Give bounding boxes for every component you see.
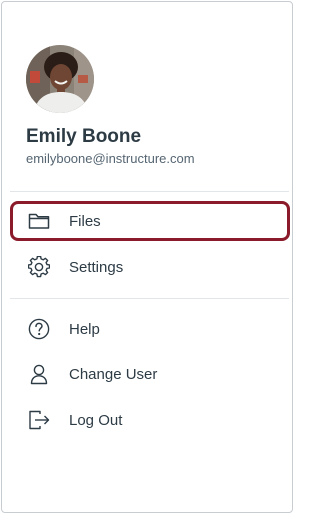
menu-item-label: Settings: [69, 258, 124, 276]
logout-icon: [27, 408, 51, 432]
user-icon: [27, 362, 51, 386]
menu-item-files[interactable]: Files: [10, 201, 290, 241]
gear-icon: [27, 255, 51, 279]
divider: [10, 191, 289, 192]
menu-item-change-user[interactable]: Change User: [10, 354, 290, 394]
menu-item-settings[interactable]: Settings: [10, 247, 290, 287]
avatar-photo: [26, 45, 94, 113]
menu-item-label: Change User: [69, 365, 158, 383]
help-icon: [27, 317, 51, 341]
user-name: Emily Boone: [26, 126, 142, 147]
menu-item-help[interactable]: Help: [10, 309, 290, 349]
menu-item-log-out[interactable]: Log Out: [10, 400, 290, 440]
divider: [10, 298, 289, 299]
menu-item-label: Help: [69, 320, 100, 338]
menu-item-label: Log Out: [69, 411, 123, 429]
avatar[interactable]: [26, 45, 94, 113]
navigation-drawer: Emily Boone emilyboone@instructure.com F…: [1, 1, 293, 513]
folder-icon: [27, 209, 51, 233]
menu-item-label: Files: [69, 212, 101, 230]
user-email: emilyboone@instructure.com: [26, 151, 195, 166]
